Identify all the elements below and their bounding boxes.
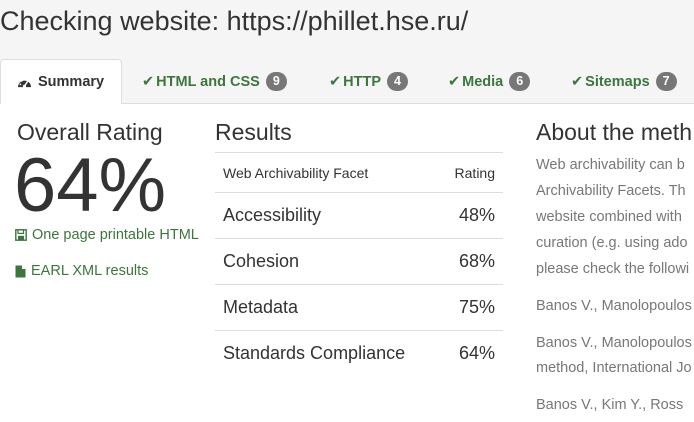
facet-rating: 64% <box>439 330 503 377</box>
facet-rating: 68% <box>439 238 503 285</box>
facet-column-header: Web Archivability Facet <box>215 152 440 193</box>
facet-rating: 48% <box>439 192 503 239</box>
tab-sitemaps-label: Sitemaps <box>585 73 650 90</box>
about-method-title: About the meth <box>536 119 692 145</box>
earl-xml-label: EARL XML results <box>31 263 149 279</box>
facet-name: Metadata <box>215 284 440 331</box>
page-title: Checking website: https://phillet.hse.ru… <box>0 6 469 36</box>
facet-name: Cohesion <box>215 238 440 285</box>
tab-media[interactable]: ✔ Media 6 <box>448 59 531 104</box>
about-paragraph-line: Web archivability can b <box>536 157 685 173</box>
tab-http-badge: 4 <box>387 72 409 91</box>
check-icon: ✔ <box>448 73 461 90</box>
reference-line: method, International Jo <box>536 360 692 376</box>
results-table: Web Archivability Facet Rating Accessibi… <box>215 152 503 377</box>
tab-summary-label: Summary <box>38 74 105 90</box>
tab-sitemaps[interactable]: ✔ Sitemaps 7 <box>571 59 677 104</box>
check-icon: ✔ <box>571 73 584 90</box>
about-paragraph-line: please check the followi <box>536 261 690 277</box>
table-row: Standards Compliance 64% <box>215 330 503 377</box>
table-row: Accessibility 48% <box>215 192 503 239</box>
facet-name: Standards Compliance <box>215 330 440 377</box>
table-row: Metadata 75% <box>215 284 503 331</box>
facet-rating: 75% <box>439 284 503 331</box>
overall-rating-value: 64% <box>14 143 167 228</box>
earl-xml-link[interactable]: EARL XML results <box>15 263 148 279</box>
file-icon <box>15 265 26 277</box>
tab-media-label: Media <box>462 73 504 90</box>
tab-bar: Summary ✔ HTML and CSS 9 ✔ HTTP 4 ✔ Medi… <box>0 59 694 105</box>
check-icon: ✔ <box>329 73 342 90</box>
table-header-row: Web Archivability Facet Rating <box>215 152 503 193</box>
about-paragraph-line: Archivability Facets. Th <box>536 183 686 199</box>
dashboard-icon <box>18 78 31 88</box>
save-icon <box>15 229 27 241</box>
overall-rating-title: Overall Rating <box>17 119 163 145</box>
tab-html-css-badge: 9 <box>265 72 287 91</box>
rating-column-header: Rating <box>439 152 503 193</box>
tab-sitemaps-badge: 7 <box>655 72 677 91</box>
tab-http[interactable]: ✔ HTTP 4 <box>329 59 409 104</box>
tab-summary[interactable]: Summary <box>0 59 123 105</box>
about-paragraph-line: website combined with <box>536 209 682 225</box>
tab-html-css-label: HTML and CSS <box>156 73 260 90</box>
printable-html-label: One page printable HTML <box>32 227 199 243</box>
about-paragraph-line: curation (e.g. using ado <box>536 235 688 251</box>
reference-line: Banos V., Manolopoulos <box>536 298 692 314</box>
tab-media-badge: 6 <box>509 72 531 91</box>
facet-name: Accessibility <box>215 192 440 239</box>
tab-html-css[interactable]: ✔ HTML and CSS 9 <box>142 59 287 104</box>
tab-http-label: HTTP <box>343 73 382 90</box>
results-title: Results <box>215 119 292 145</box>
table-row: Cohesion 68% <box>215 238 503 285</box>
printable-html-link[interactable]: One page printable HTML <box>15 227 199 243</box>
reference-line: Banos V., Kim Y., Ross <box>536 397 684 413</box>
summary-panel: Overall Rating 64% One page printable HT… <box>0 104 694 422</box>
check-icon: ✔ <box>142 73 155 90</box>
reference-line: Banos V., Manolopoulos <box>536 335 692 351</box>
